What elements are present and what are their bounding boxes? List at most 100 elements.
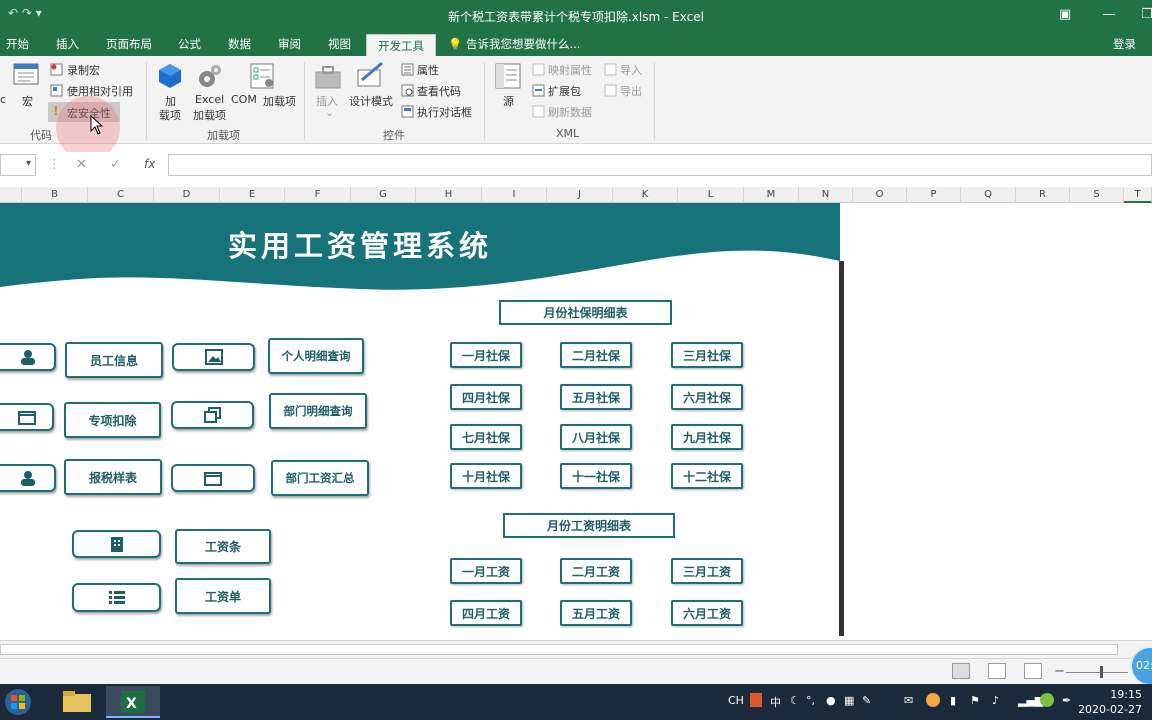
social-month-button[interactable]: 六月社保 — [671, 384, 743, 410]
social-month-button[interactable]: 八月社保 — [560, 424, 632, 450]
column-header[interactable]: I — [482, 187, 547, 203]
system-clock[interactable]: 19:15 2020-02-27 — [1078, 687, 1142, 717]
column-header[interactable]: E — [220, 187, 285, 203]
copy-icon-button[interactable] — [171, 401, 254, 429]
sogou-icon[interactable] — [750, 693, 762, 707]
file-explorer-taskbar-button[interactable] — [50, 686, 104, 718]
user-icon[interactable]: ● — [826, 694, 836, 707]
image-icon-button[interactable] — [172, 343, 255, 371]
worksheet-area[interactable]: 实用工资管理系统 员工信息 个人明细查询 专项扣除 部门明细查询 报税样表 部门… — [0, 203, 1152, 636]
ime-indicator[interactable]: CH — [728, 694, 744, 707]
maximize-button[interactable]: ❐ — [1134, 4, 1152, 26]
column-header[interactable]: F — [285, 187, 351, 203]
com-addin-button-line2[interactable]: 加载项 — [263, 93, 296, 109]
column-header[interactable]: N — [799, 187, 853, 203]
battery-icon[interactable]: ▮ — [950, 694, 956, 707]
column-header[interactable]: M — [744, 187, 799, 203]
column-header[interactable]: K — [613, 187, 678, 203]
excel-addin-button-line1[interactable]: Excel — [195, 93, 224, 106]
tab-review[interactable]: 审阅 — [278, 36, 301, 52]
list-icon-button[interactable] — [72, 583, 161, 612]
column-header[interactable]: H — [416, 187, 482, 203]
feather-icon[interactable]: ✒ — [1062, 694, 1071, 707]
payslip-button[interactable]: 工资条 — [175, 529, 271, 564]
formula-bar-splitter[interactable]: ⋮ — [48, 157, 61, 172]
volume-icon[interactable]: ♪ — [992, 694, 999, 707]
expansion-pack-button[interactable]: 扩展包 — [548, 83, 581, 99]
dept-query-button[interactable]: 部门明细查询 — [269, 393, 367, 429]
zoom-slider-knob[interactable] — [1100, 666, 1103, 678]
column-header[interactable]: B — [22, 187, 88, 203]
social-month-button[interactable]: 十一社保 — [560, 463, 632, 489]
page-break-view-icon[interactable] — [1024, 663, 1042, 679]
name-box[interactable]: ▾ — [0, 154, 36, 176]
map-properties-button[interactable]: 映射属性 — [548, 62, 592, 78]
column-header[interactable]: D — [154, 187, 220, 203]
zoom-slider[interactable] — [1066, 672, 1128, 673]
properties-button[interactable]: 属性 — [417, 62, 439, 78]
employee-info-button[interactable]: 员工信息 — [65, 342, 163, 378]
tab-insert[interactable]: 插入 — [56, 36, 79, 52]
com-addin-button-line1[interactable]: COM — [231, 93, 257, 106]
payroll-button[interactable]: 工资单 — [175, 578, 271, 614]
social-month-button[interactable]: 十月社保 — [450, 463, 522, 489]
ribbon-display-icon[interactable]: ▣ — [1052, 4, 1078, 26]
salary-month-button[interactable]: 六月工资 — [671, 600, 743, 626]
security-tray-icon[interactable] — [1040, 693, 1054, 707]
wechat-icon[interactable]: ✉ — [904, 694, 913, 707]
record-macro-button[interactable]: 录制宏 — [67, 62, 100, 78]
tax-sample-button[interactable]: 报税样表 — [64, 459, 162, 495]
social-month-button[interactable]: 九月社保 — [671, 424, 743, 450]
column-header[interactable]: J — [547, 187, 613, 203]
network-icon[interactable]: ⚑ — [970, 694, 980, 707]
tab-view[interactable]: 视图 — [328, 36, 351, 52]
salary-month-button[interactable]: 二月工资 — [560, 558, 632, 584]
dept-summary-button[interactable]: 部门工资汇总 — [271, 460, 369, 496]
view-code-button[interactable]: 查看代码 — [417, 83, 461, 99]
visual-basic-button[interactable]: c — [0, 93, 6, 106]
group-icon-button[interactable] — [0, 464, 56, 492]
column-header-a[interactable] — [0, 187, 22, 203]
minimize-button[interactable]: — — [1096, 4, 1122, 26]
scrollbar-track[interactable] — [0, 644, 1118, 655]
keyboard-icon[interactable]: ▦ — [844, 694, 854, 707]
employee-icon-button[interactable] — [0, 343, 56, 371]
login-link[interactable]: 登录 — [1113, 36, 1136, 52]
normal-view-icon[interactable] — [952, 663, 970, 679]
column-header[interactable]: P — [907, 187, 961, 203]
column-header[interactable]: G — [351, 187, 416, 203]
run-dialog-button[interactable]: 执行对话框 — [417, 104, 472, 120]
tab-data[interactable]: 数据 — [228, 36, 251, 52]
excel-taskbar-button[interactable]: X — [106, 686, 160, 718]
excel-addin-button-line2[interactable]: 加载项 — [193, 107, 226, 123]
page-layout-view-icon[interactable] — [988, 663, 1006, 679]
column-header[interactable]: S — [1070, 187, 1124, 203]
personal-query-button[interactable]: 个人明细查询 — [268, 338, 364, 374]
column-header[interactable]: O — [853, 187, 907, 203]
punctuation-icon[interactable]: °, — [806, 694, 815, 707]
salary-month-button[interactable]: 五月工资 — [560, 600, 632, 626]
column-header[interactable]: T — [1124, 187, 1152, 203]
tab-formulas[interactable]: 公式 — [178, 36, 201, 52]
import-button[interactable]: 导入 — [620, 62, 642, 78]
tab-developer[interactable]: 开发工具 — [366, 34, 436, 56]
salary-month-button[interactable]: 一月工资 — [450, 558, 522, 584]
tell-me-box[interactable]: 💡 告诉我您想要做什么... — [448, 36, 580, 52]
moon-icon[interactable]: ☾ — [790, 694, 800, 707]
xml-source-button[interactable]: 源 — [503, 93, 514, 109]
tab-page-layout[interactable]: 页面布局 — [106, 36, 152, 52]
macro-button[interactable]: 宏 — [22, 93, 33, 109]
social-month-button[interactable]: 二月社保 — [560, 342, 632, 368]
column-header[interactable]: R — [1016, 187, 1070, 203]
social-month-button[interactable]: 一月社保 — [450, 342, 522, 368]
settings-wrench-icon[interactable]: ✎ — [862, 694, 871, 707]
calendar-icon-button[interactable] — [171, 464, 255, 492]
insert-function-button[interactable]: fx — [144, 157, 155, 171]
social-month-button[interactable]: 十二社保 — [671, 463, 743, 489]
tab-home[interactable]: 开始 — [6, 36, 29, 52]
column-header[interactable]: L — [678, 187, 744, 203]
calendar-icon-button[interactable] — [0, 403, 54, 431]
social-month-button[interactable]: 四月社保 — [450, 384, 522, 410]
social-month-button[interactable]: 三月社保 — [671, 342, 743, 368]
app-tray-icon[interactable] — [926, 693, 940, 707]
